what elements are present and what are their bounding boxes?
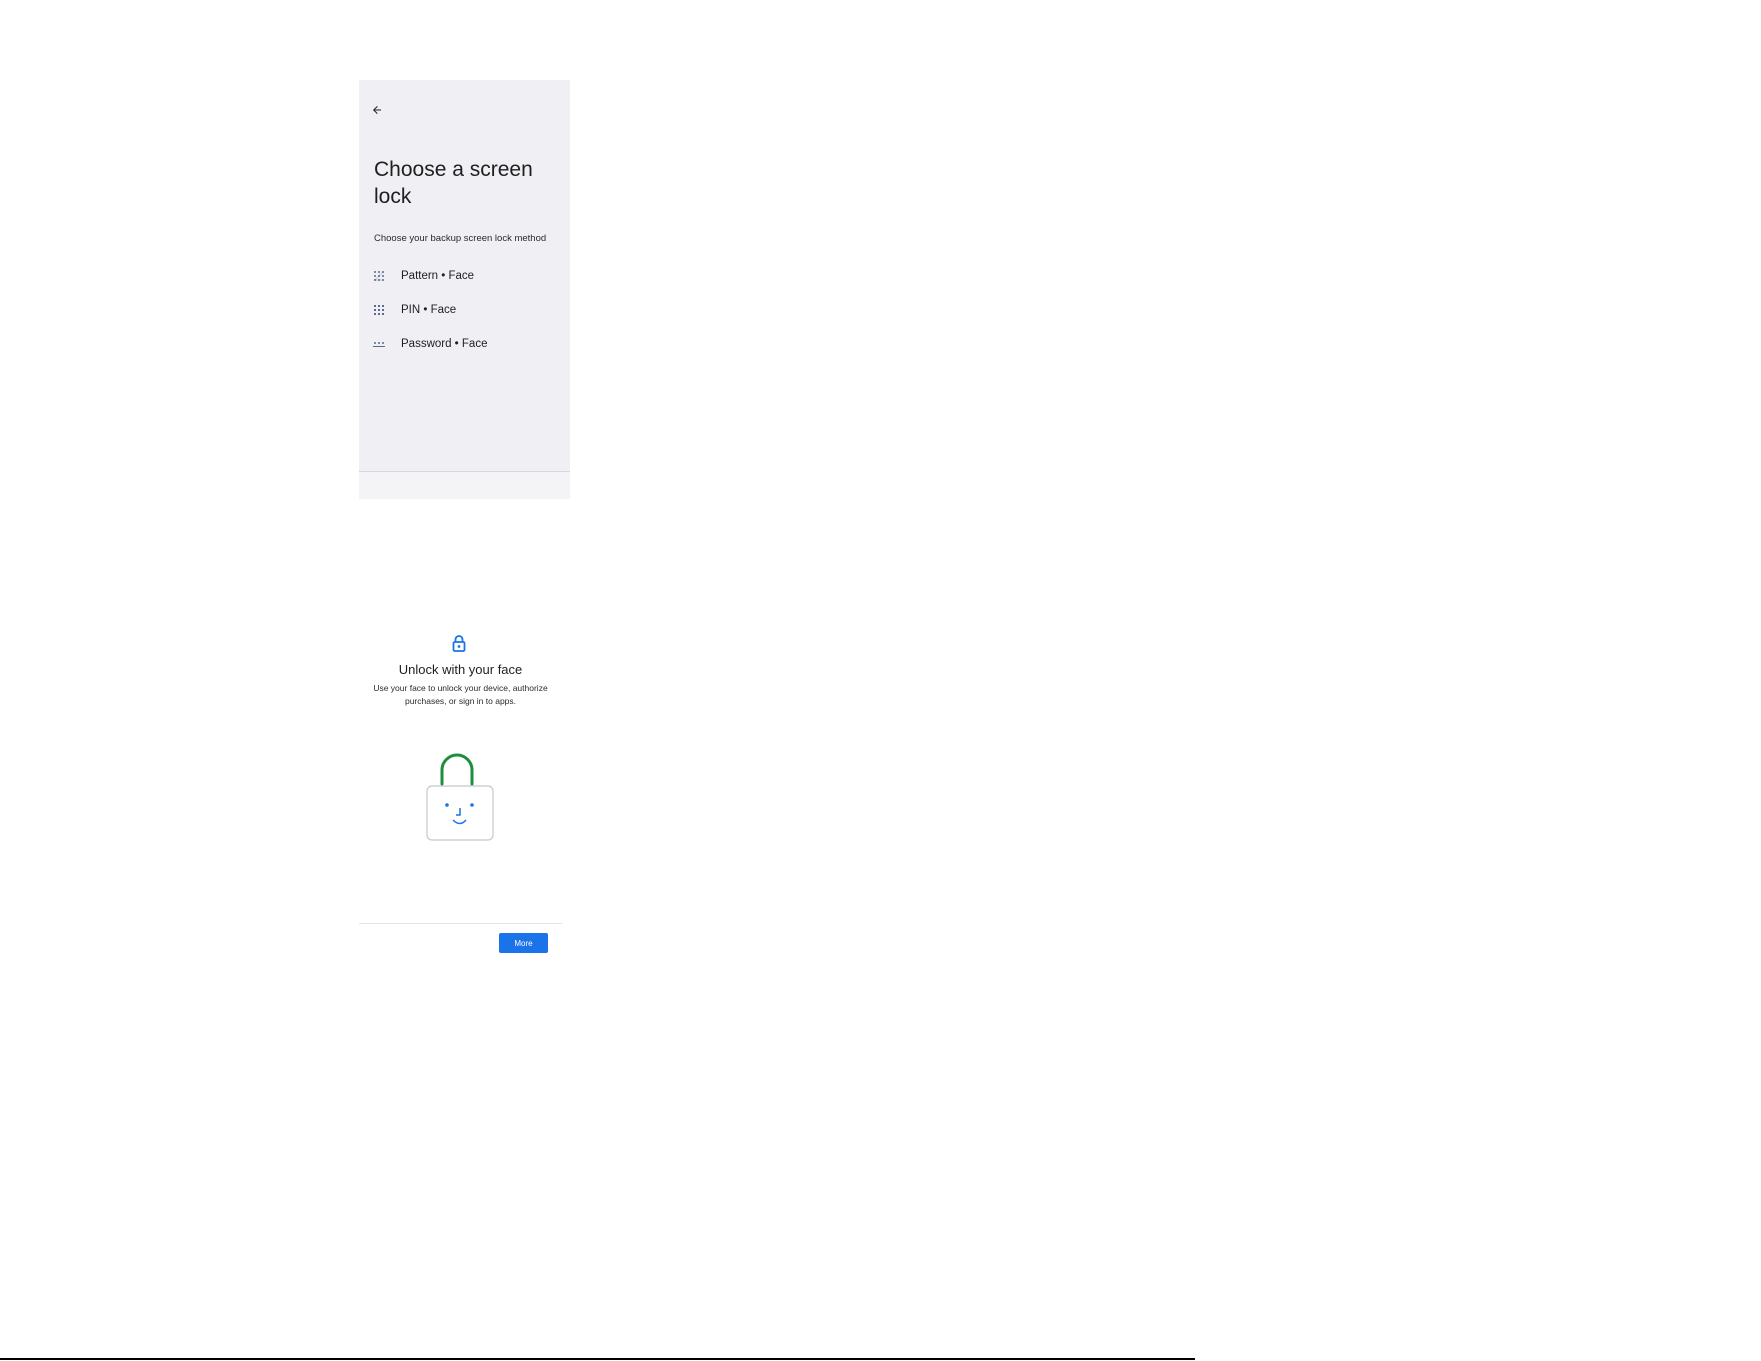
option-pattern-face[interactable]: Pattern • Face [369,262,564,290]
page-title: Choose a screen lock [374,158,533,208]
password-icon [369,336,389,352]
more-button[interactable]: More [499,933,548,953]
back-button[interactable] [369,102,385,118]
option-password-face[interactable]: Password • Face [369,330,564,358]
page-subtitle: Choose your backup screen lock method [374,233,547,244]
unlocked-padlock-face-icon [426,753,494,841]
option-label: Password • Face [401,338,488,350]
footer-bar [359,472,570,499]
pin-icon [369,302,389,318]
screen-edge-line [0,1358,1195,1360]
pattern-icon [369,268,389,284]
divider [359,923,562,924]
choose-screen-lock-panel: Choose a screen lock Choose your backup … [359,80,570,499]
face-unlock-description: Use your face to unlock your device, aut… [373,683,548,706]
arrow-left-icon [373,106,381,114]
lock-icon [452,635,466,652]
option-pin-face[interactable]: PIN • Face [369,296,564,324]
option-label: Pattern • Face [401,270,475,282]
option-label: PIN • Face [401,304,457,316]
face-unlock-panel: Unlock with your face Use your face to u… [359,620,562,960]
face-unlock-title: Unlock with your face [398,662,523,677]
